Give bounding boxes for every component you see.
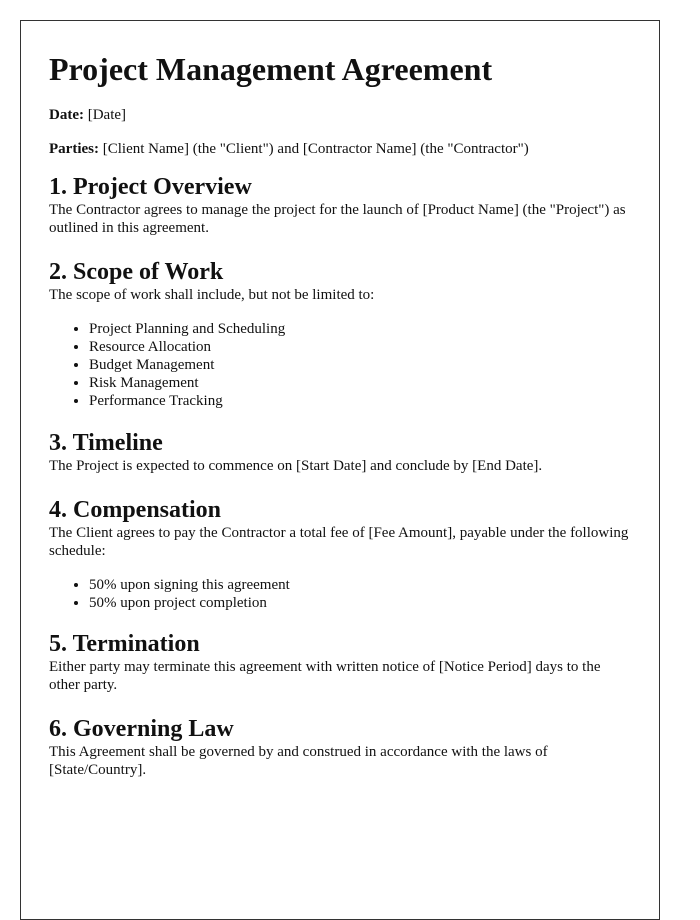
section-text: The Project is expected to commence on [… bbox=[49, 458, 543, 474]
list-item: Performance Tracking bbox=[89, 392, 631, 410]
section-text: The scope of work shall include, but not… bbox=[49, 287, 375, 303]
section-heading: 5. Termination bbox=[49, 631, 200, 657]
payment-schedule-list: 50% upon signing this agreement 50% upon… bbox=[49, 576, 631, 612]
list-item: Resource Allocation bbox=[89, 338, 631, 356]
section-project-overview: 1. Project Overview The Contractor agree… bbox=[49, 173, 631, 237]
parties-line: Parties: [Client Name] (the "Client") an… bbox=[49, 140, 631, 158]
document-title: Project Management Agreement bbox=[49, 51, 493, 87]
date-line: Date: [Date] bbox=[49, 106, 631, 124]
section-heading: 2. Scope of Work bbox=[49, 259, 224, 285]
list-item: Budget Management bbox=[89, 356, 631, 374]
section-text: Either party may terminate this agreemen… bbox=[49, 659, 601, 693]
list-item: Risk Management bbox=[89, 374, 631, 392]
section-text: The Contractor agrees to manage the proj… bbox=[49, 202, 626, 236]
list-item: Project Planning and Scheduling bbox=[89, 320, 631, 338]
section-compensation: 4. Compensation The Client agrees to pay… bbox=[49, 496, 631, 612]
section-heading: 4. Compensation bbox=[49, 497, 222, 523]
list-item: 50% upon project completion bbox=[89, 594, 631, 612]
parties-value: [Client Name] (the "Client") and [Contra… bbox=[98, 141, 529, 157]
section-heading: 3. Timeline bbox=[49, 430, 163, 456]
section-scope-of-work: 2. Scope of Work The scope of work shall… bbox=[49, 258, 631, 410]
section-timeline: 3. Timeline The Project is expected to c… bbox=[49, 429, 631, 475]
date-label: Date: bbox=[49, 107, 84, 123]
date-value: [Date] bbox=[83, 107, 127, 123]
section-text: The Client agrees to pay the Contractor … bbox=[49, 525, 629, 559]
scope-list: Project Planning and Scheduling Resource… bbox=[49, 320, 631, 410]
section-text: This Agreement shall be governed by and … bbox=[49, 744, 548, 778]
section-heading: 1. Project Overview bbox=[49, 174, 252, 200]
section-governing-law: 6. Governing Law This Agreement shall be… bbox=[49, 715, 631, 779]
section-heading: 6. Governing Law bbox=[49, 716, 234, 742]
list-item: 50% upon signing this agreement bbox=[89, 576, 631, 594]
section-termination: 5. Termination Either party may terminat… bbox=[49, 630, 631, 694]
parties-label: Parties: bbox=[49, 141, 99, 157]
agreement-page: Project Management Agreement Date: [Date… bbox=[20, 20, 660, 920]
